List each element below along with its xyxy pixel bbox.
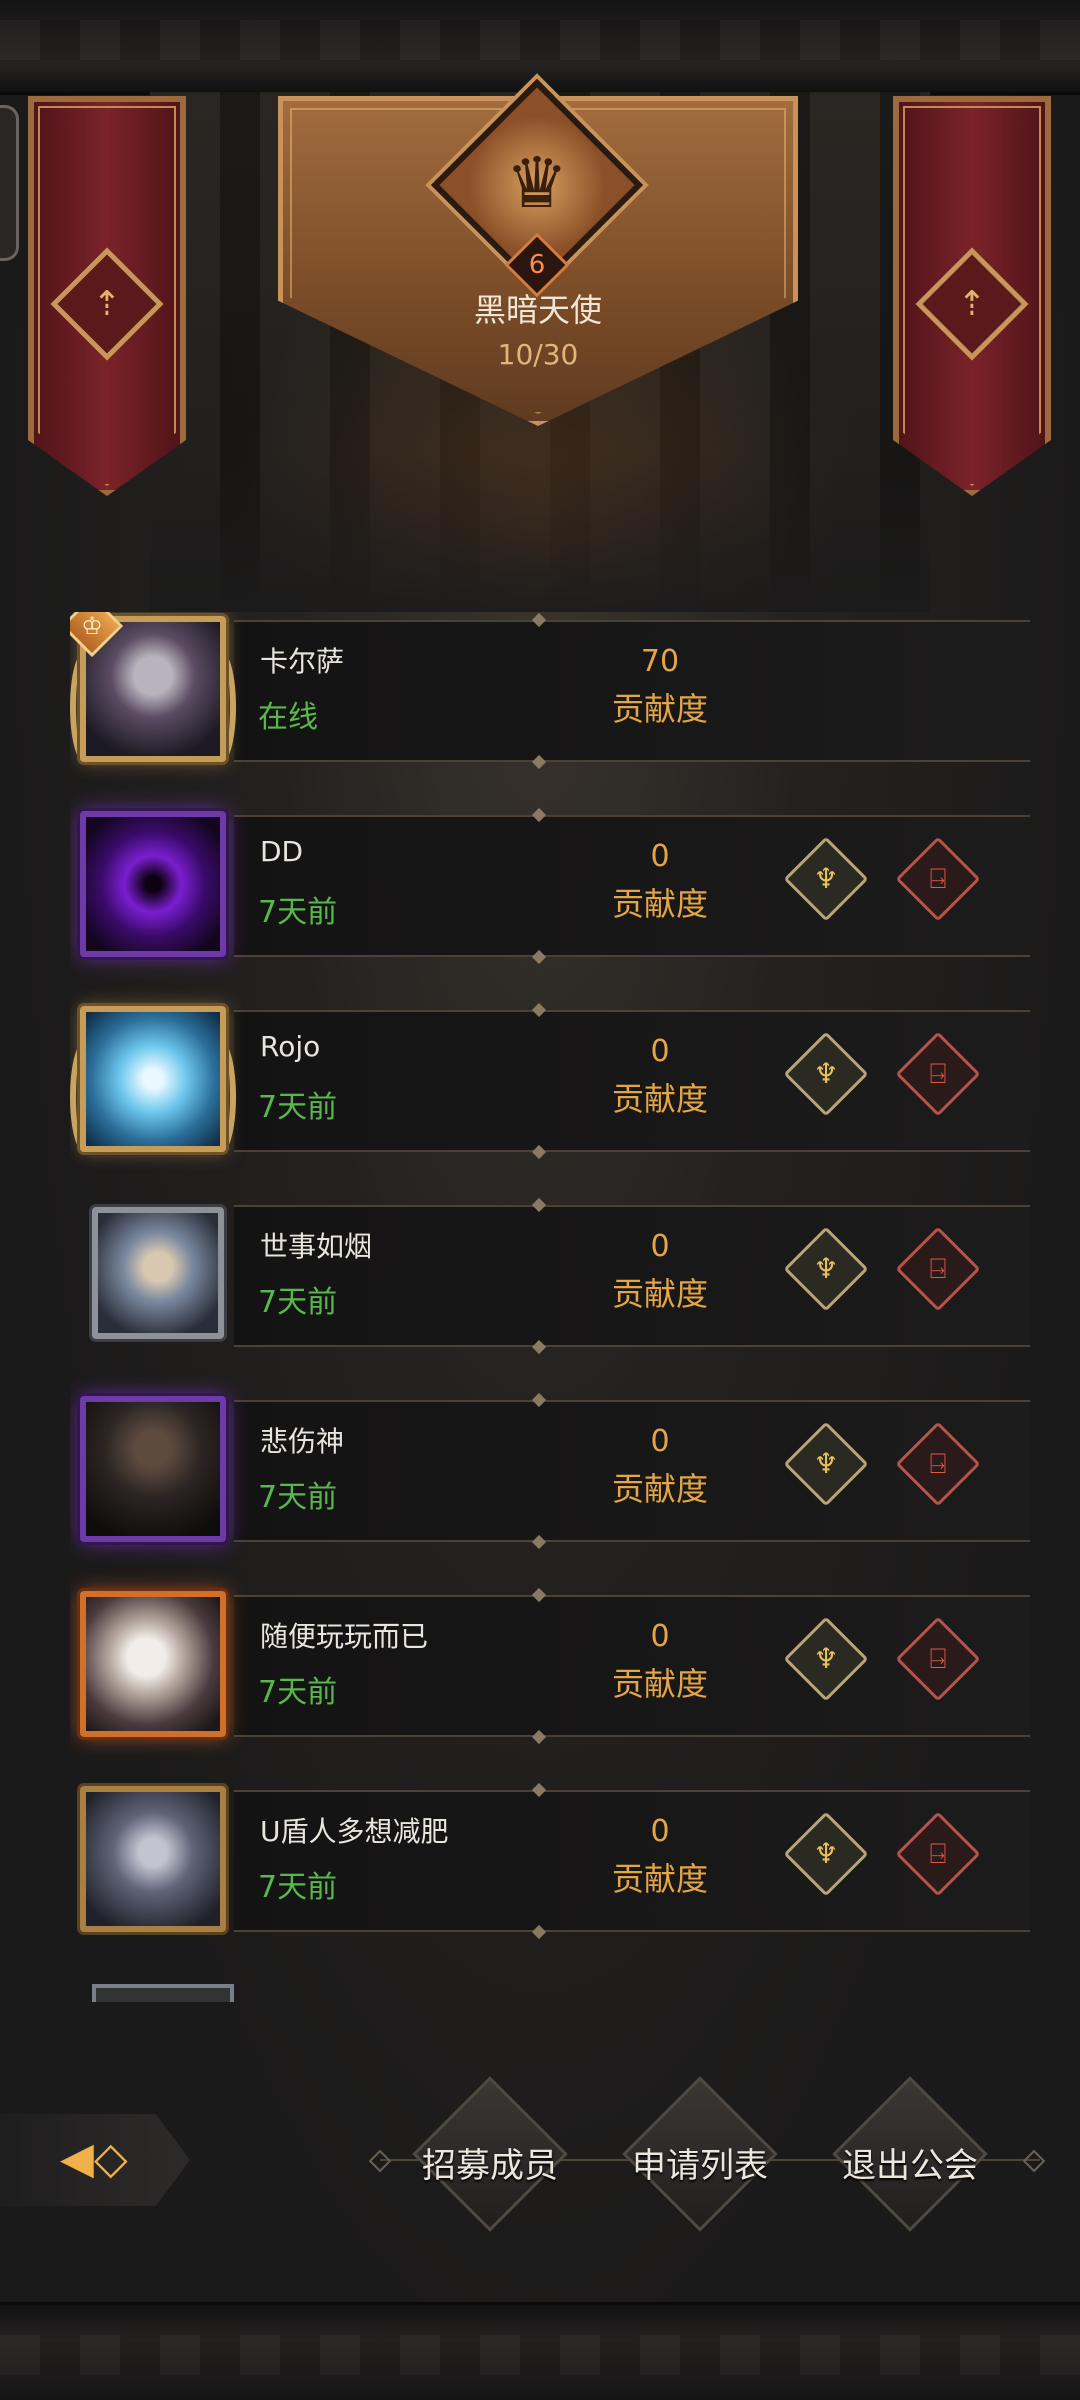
crown-icon: ♔ <box>81 612 103 640</box>
member-points: 0 <box>650 1034 670 1069</box>
banner-emblem-icon: ⇡ <box>915 247 1029 361</box>
member-list[interactable]: ♔ 卡尔萨 在线 70 贡献度 DD 7天前 0 贡献度 ♆ ⍈ Rojo 7天… <box>70 612 1030 1997</box>
points-label: 贡献度 <box>611 1275 708 1313</box>
promote-icon: ♆ <box>813 1837 839 1870</box>
points-label: 贡献度 <box>611 690 708 728</box>
kick-icon: ⍈ <box>929 1447 947 1480</box>
kick-icon: ⍈ <box>929 1642 947 1675</box>
member-status: 在线 <box>258 700 318 735</box>
member-avatar[interactable] <box>80 1396 226 1542</box>
member-row[interactable]: 随便玩玩而已 7天前 0 贡献度 ♆ ⍈ <box>70 1587 1030 1781</box>
right-banner: ⇡ <box>893 96 1051 496</box>
points-label: 贡献度 <box>611 885 708 923</box>
guild-member-count: 10/30 <box>497 338 579 371</box>
member-name: 随便玩玩而已 <box>260 1620 429 1653</box>
member-name: Rojo <box>260 1030 321 1063</box>
points-label: 贡献度 <box>611 1470 708 1508</box>
lion-crest-icon: ♛ <box>505 142 569 224</box>
member-avatar[interactable] <box>80 1591 226 1737</box>
member-row[interactable]: ♔ 卡尔萨 在线 70 贡献度 <box>70 612 1030 806</box>
member-avatar[interactable] <box>80 811 226 957</box>
member-status: 7天前 <box>258 1870 338 1905</box>
member-avatar[interactable] <box>92 1207 224 1339</box>
member-row[interactable]: U盾人多想减肥 7天前 0 贡献度 ♆ ⍈ <box>70 1782 1030 1976</box>
member-points: 0 <box>650 1814 670 1849</box>
points-label: 贡献度 <box>611 1860 708 1898</box>
promote-icon: ♆ <box>813 1642 839 1675</box>
guild-level: 6 <box>528 250 546 280</box>
quit-guild-button[interactable]: 退出公会 <box>832 2076 988 2232</box>
member-status: 7天前 <box>258 895 338 930</box>
member-status: 7天前 <box>258 1480 338 1515</box>
guild-name: 黑暗天使 <box>473 291 602 329</box>
kick-icon: ⍈ <box>929 862 947 895</box>
member-avatar[interactable] <box>80 1006 226 1152</box>
recruit-members-button[interactable]: 招募成员 <box>412 2076 568 2232</box>
member-avatar[interactable] <box>80 1786 226 1932</box>
promote-icon: ♆ <box>813 1252 839 1285</box>
member-name: U盾人多想减肥 <box>260 1815 449 1848</box>
member-status: 7天前 <box>258 1090 338 1125</box>
bottom-frame <box>0 2302 1080 2400</box>
member-points: 0 <box>650 1619 670 1654</box>
member-points: 0 <box>650 1424 670 1459</box>
member-row[interactable]: 世事如烟 7天前 0 贡献度 ♆ ⍈ <box>70 1197 1030 1391</box>
member-status: 7天前 <box>258 1285 338 1320</box>
member-row[interactable]: 悲伤神 7天前 0 贡献度 ♆ ⍈ <box>70 1392 1030 1586</box>
member-points: 70 <box>640 644 680 679</box>
promote-icon: ♆ <box>813 1057 839 1090</box>
quit-guild-label: 退出公会 <box>842 2146 978 2186</box>
kick-icon: ⍈ <box>929 1057 947 1090</box>
back-arrow-icon: ◀◇ <box>60 2133 128 2184</box>
promote-icon: ♆ <box>813 1447 839 1480</box>
member-row[interactable]: DD 7天前 0 贡献度 ♆ ⍈ <box>70 807 1030 1001</box>
kick-icon: ⍈ <box>929 1252 947 1285</box>
member-status: 7天前 <box>258 1675 338 1710</box>
top-frame <box>0 0 1080 95</box>
member-points: 0 <box>650 839 670 874</box>
points-label: 贡献度 <box>611 1665 708 1703</box>
member-row[interactable]: Rojo 7天前 0 贡献度 ♆ ⍈ <box>70 1002 1030 1196</box>
member-name: 卡尔萨 <box>260 645 345 678</box>
points-label: 贡献度 <box>611 1080 708 1118</box>
application-list-label: 申请列表 <box>632 2146 768 2186</box>
banner-emblem-icon: ⇡ <box>50 247 164 361</box>
guild-members-screen: ⇡ ⇡ ♛ 6 黑暗天使 10/30 ♔ 卡尔萨 在线 70 贡献度 DD 7天… <box>0 0 1080 2400</box>
recruit-members-label: 招募成员 <box>422 2146 558 2186</box>
application-list-button[interactable]: 申请列表 <box>622 2076 778 2232</box>
left-banner: ⇡ <box>28 96 186 496</box>
member-name: DD <box>260 835 304 868</box>
promote-icon: ♆ <box>813 862 839 895</box>
member-name: 世事如烟 <box>260 1230 373 1263</box>
member-points: 0 <box>650 1229 670 1264</box>
side-tab-handle[interactable] <box>0 105 19 261</box>
kick-icon: ⍈ <box>929 1837 947 1870</box>
member-name: 悲伤神 <box>260 1425 345 1458</box>
